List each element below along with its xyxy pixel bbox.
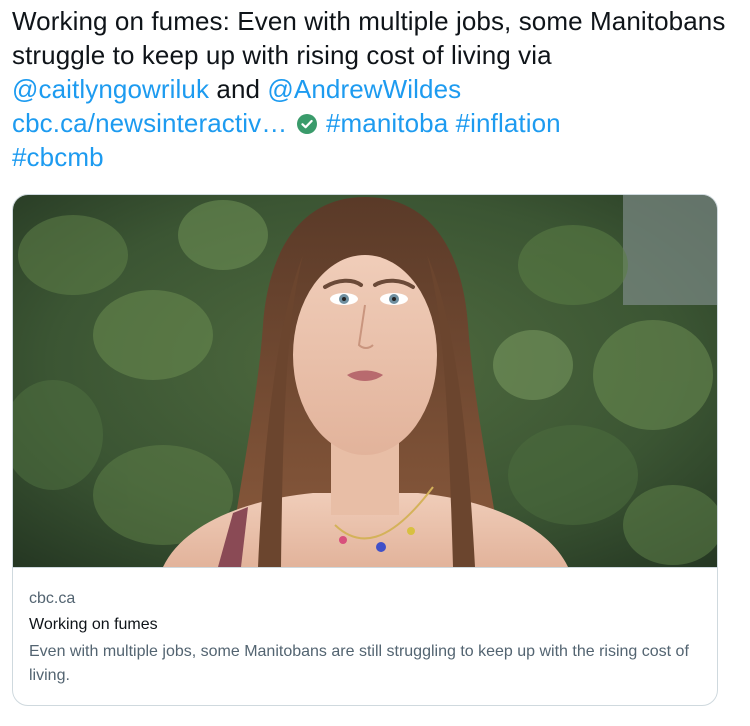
tweet-text: Working on fumes: Even with multiple job… [12, 4, 732, 174]
card-image[interactable] [13, 195, 717, 567]
mention-andrewwildes[interactable]: @AndrewWildes [267, 74, 461, 104]
card-title: Working on fumes [29, 616, 158, 633]
card-description: Even with multiple jobs, some Manitobans… [29, 643, 689, 684]
verified-check-icon [296, 114, 317, 134]
mention-caitlyngowriluk[interactable]: @caitlyngowriluk [12, 74, 209, 104]
tweet: Working on fumes: Even with multiple job… [0, 0, 750, 726]
hashtag-inflation[interactable]: #inflation [456, 108, 561, 138]
hashtag-cbcmb[interactable]: #cbcmb [12, 142, 104, 172]
card-domain: cbc.ca [29, 590, 76, 607]
link-preview-card[interactable]: cbc.ca Working on fumes Even with multip… [12, 194, 718, 706]
tweet-text-intro: Working on fumes: Even with multiple job… [12, 6, 726, 70]
tweet-text-and: and [209, 74, 268, 104]
hashtag-manitoba[interactable]: #manitoba [326, 108, 448, 138]
article-link[interactable]: cbc.ca/newsinteractiv… [12, 108, 287, 138]
card-meta[interactable]: cbc.ca Working on fumes Even with multip… [13, 567, 717, 705]
